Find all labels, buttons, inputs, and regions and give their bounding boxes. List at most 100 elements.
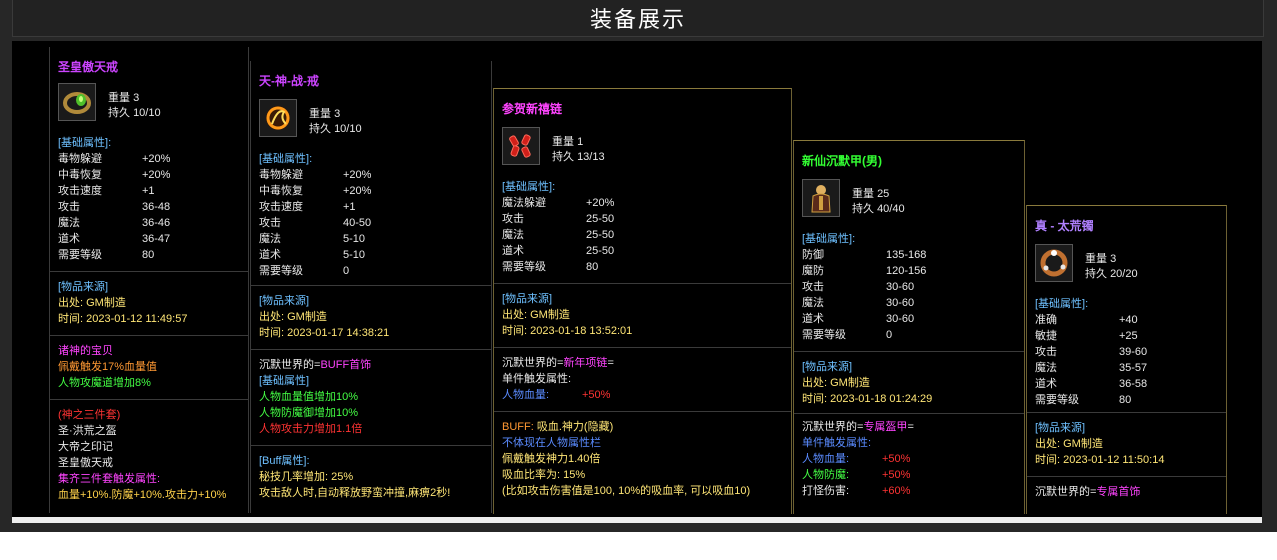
stat-row: 攻击速度 +1: [58, 185, 155, 197]
set-item: 圣·洪荒之盔: [58, 425, 117, 437]
stat-row: 攻击速度 +1: [259, 201, 356, 213]
item-card-bracelet[interactable]: 真 - 太荒镯 重量 3 持久 20/20 [基础属性]: 准确 +40 敏捷 +2…: [1026, 205, 1227, 514]
stat-row: 魔防 120-156: [802, 265, 927, 277]
buff-line: 吸血比率为: 15%: [502, 469, 586, 481]
single-trigger: 单件触发属性:: [802, 437, 872, 449]
equipment-stage: 圣皇傲天戒 重量 3 持久 10/10 [基础属性]: 毒物躲避 +20% 中毒恢…: [12, 41, 1262, 517]
stat-row: 攻击 40-50: [259, 217, 372, 229]
base-attr-header: [基础属性]:: [802, 233, 856, 245]
item-card-ring-2[interactable]: 天-神-战-戒 重量 3 持久 10/10 [基础属性]: 毒物躲避 +20% 中…: [250, 61, 492, 513]
stat-list: 准确 +40 敏捷 +25 攻击 39-60 魔法 35-57 道术 36-58 需要等级…: [1035, 312, 1222, 408]
durability-value: 20/20: [1110, 268, 1138, 280]
item-card-necklace[interactable]: 参贺新禧链 重量 1 持久 13/13 [基础属性]: 魔法躲避 +20% 攻击 2…: [493, 88, 792, 514]
bracelet-icon: [1035, 244, 1073, 282]
world-line: 沉默世界的=专属盔甲=: [802, 421, 914, 433]
stat-row: 魔法 25-50: [502, 229, 615, 241]
stat-list: 毒物躲避 +20% 中毒恢复 +20% 攻击速度 +1 攻击 36-48 魔法 36-46…: [58, 151, 244, 263]
weight-value: 3: [1110, 253, 1117, 265]
stat-row: 毒物躲避 +20%: [58, 153, 171, 165]
item-card-armor[interactable]: 新仙沉默甲(男) 重量 25 持久 40/40 [基础属性]: 防御 135-16…: [793, 140, 1025, 514]
stat-list: 防御 135-168 魔防 120-156 攻击 30-60 魔法 30-60 道术 30…: [802, 247, 1020, 343]
origin-text: 出处: GM制造: [1035, 438, 1103, 450]
stat-row: 攻击 30-60: [802, 281, 915, 293]
stat-row: 需要等级 80: [1035, 394, 1132, 406]
buff-line: 佩戴触发神力1.40倍: [502, 453, 601, 465]
durability-label: 持久: [1085, 268, 1107, 280]
base2-line: 人物防魔御增加10%: [259, 407, 359, 419]
divider: [494, 411, 791, 412]
source-header: [物品来源]: [1035, 422, 1086, 434]
durability-value: 10/10: [334, 123, 362, 135]
weight-value: 3: [334, 108, 341, 120]
stat-row: 毒物躲避 +20%: [259, 169, 372, 181]
divider: [50, 399, 248, 400]
base2-line: 人物血量值增加10%: [259, 391, 359, 403]
stat-row: 中毒恢复 +20%: [58, 169, 171, 181]
base-attr-header: [基础属性]:: [1035, 298, 1089, 310]
bonus-row: 打怪伤害: +60%: [802, 485, 911, 497]
base-attr-header: [基础属性]:: [259, 153, 313, 165]
divider: [251, 349, 491, 350]
extra-line: 人物攻魔道增加8%: [58, 377, 151, 389]
item-name: 参贺新禧链: [502, 102, 563, 116]
source-header: [物品来源]: [802, 361, 853, 373]
divider: [1027, 476, 1226, 477]
source-header: [物品来源]: [259, 295, 310, 307]
stat-row: 需要等级 80: [58, 249, 155, 261]
set-trigger: 集齐三件套触发属性:: [58, 473, 161, 485]
durability-label: 持久: [552, 151, 574, 163]
weight-value: 25: [877, 188, 890, 200]
durability-label: 持久: [108, 107, 130, 119]
bonus-row: 人物血量: +50%: [802, 453, 911, 465]
set-bonus: 血量+10%.防魔+10%.攻击力+10%: [58, 489, 227, 501]
base-attr-header: [基础属性]:: [58, 137, 112, 149]
weight-label: 重量: [108, 92, 130, 104]
weight-label: 重量: [1085, 253, 1107, 265]
bonus-row: 人物防魔: +50%: [802, 469, 911, 481]
stat-row: 道术 5-10: [259, 249, 366, 261]
divider: [794, 351, 1024, 352]
buff-header: [Buff属性]:: [259, 455, 310, 467]
time-text: 时间: 2023-01-12 11:49:57: [58, 313, 188, 325]
origin-text: 出处: GM制造: [502, 309, 570, 321]
durability-label: 持久: [852, 203, 874, 215]
base2-line: 人物攻击力增加1.1倍: [259, 423, 363, 435]
buff-line: BUFF: 吸血.神力(隐藏): [502, 421, 614, 433]
stat-row: 魔法躲避 +20%: [502, 197, 615, 209]
set-title: (神之三件套): [58, 409, 121, 421]
stat-list: 魔法躲避 +20% 攻击 25-50 魔法 25-50 道术 25-50 需要等级 80: [502, 195, 787, 275]
stat-row: 魔法 30-60: [802, 297, 915, 309]
weight-label: 重量: [852, 188, 874, 200]
weight-label: 重量: [552, 136, 574, 148]
world-line: 沉默世界的=BUFF首饰: [259, 359, 372, 371]
time-text: 时间: 2023-01-17 14:38:21: [259, 327, 390, 339]
divider: [50, 335, 248, 336]
durability-label: 持久: [309, 123, 331, 135]
item-card-ring-1[interactable]: 圣皇傲天戒 重量 3 持久 10/10 [基础属性]: 毒物躲避 +20% 中毒恢…: [49, 47, 249, 513]
stat-row: 攻击 39-60: [1035, 346, 1148, 358]
base2-header: [基础属性]: [259, 375, 310, 387]
origin-text: 出处: GM制造: [259, 311, 327, 323]
time-text: 时间: 2023-01-18 01:24:29: [802, 393, 933, 405]
weight-value: 1: [577, 136, 584, 148]
item-name: 新仙沉默甲(男): [802, 154, 882, 168]
stat-row: 魔法 36-46: [58, 217, 171, 229]
stat-row: 准确 +40: [1035, 314, 1138, 326]
single-trigger: 单件触发属性:: [502, 373, 572, 385]
item-name: 天-神-战-戒: [259, 74, 319, 88]
world-line: 沉默世界的=专属首饰: [1035, 486, 1141, 498]
fire-ring-icon: [259, 99, 297, 137]
stat-row: 攻击 25-50: [502, 213, 615, 225]
stat-row: 道术 36-58: [1035, 378, 1148, 390]
stat-row: 需要等级 0: [802, 329, 893, 341]
origin-text: 出处: GM制造: [802, 377, 870, 389]
stat-row: 需要等级 80: [502, 261, 599, 273]
buff-line: 攻击敌人时,自动释放野蛮冲撞,麻痹2秒!: [259, 487, 451, 499]
world-line: 沉默世界的=新年项链=: [502, 357, 614, 369]
time-text: 时间: 2023-01-18 13:52:01: [502, 325, 633, 337]
durability-value: 13/13: [577, 151, 605, 163]
stat-row: 道术 25-50: [502, 245, 615, 257]
extra-title: 诸神的宝贝: [58, 345, 113, 357]
stage-bottom-bar: [12, 517, 1262, 523]
buff-hidden: 不体现在人物属性栏: [502, 437, 601, 449]
